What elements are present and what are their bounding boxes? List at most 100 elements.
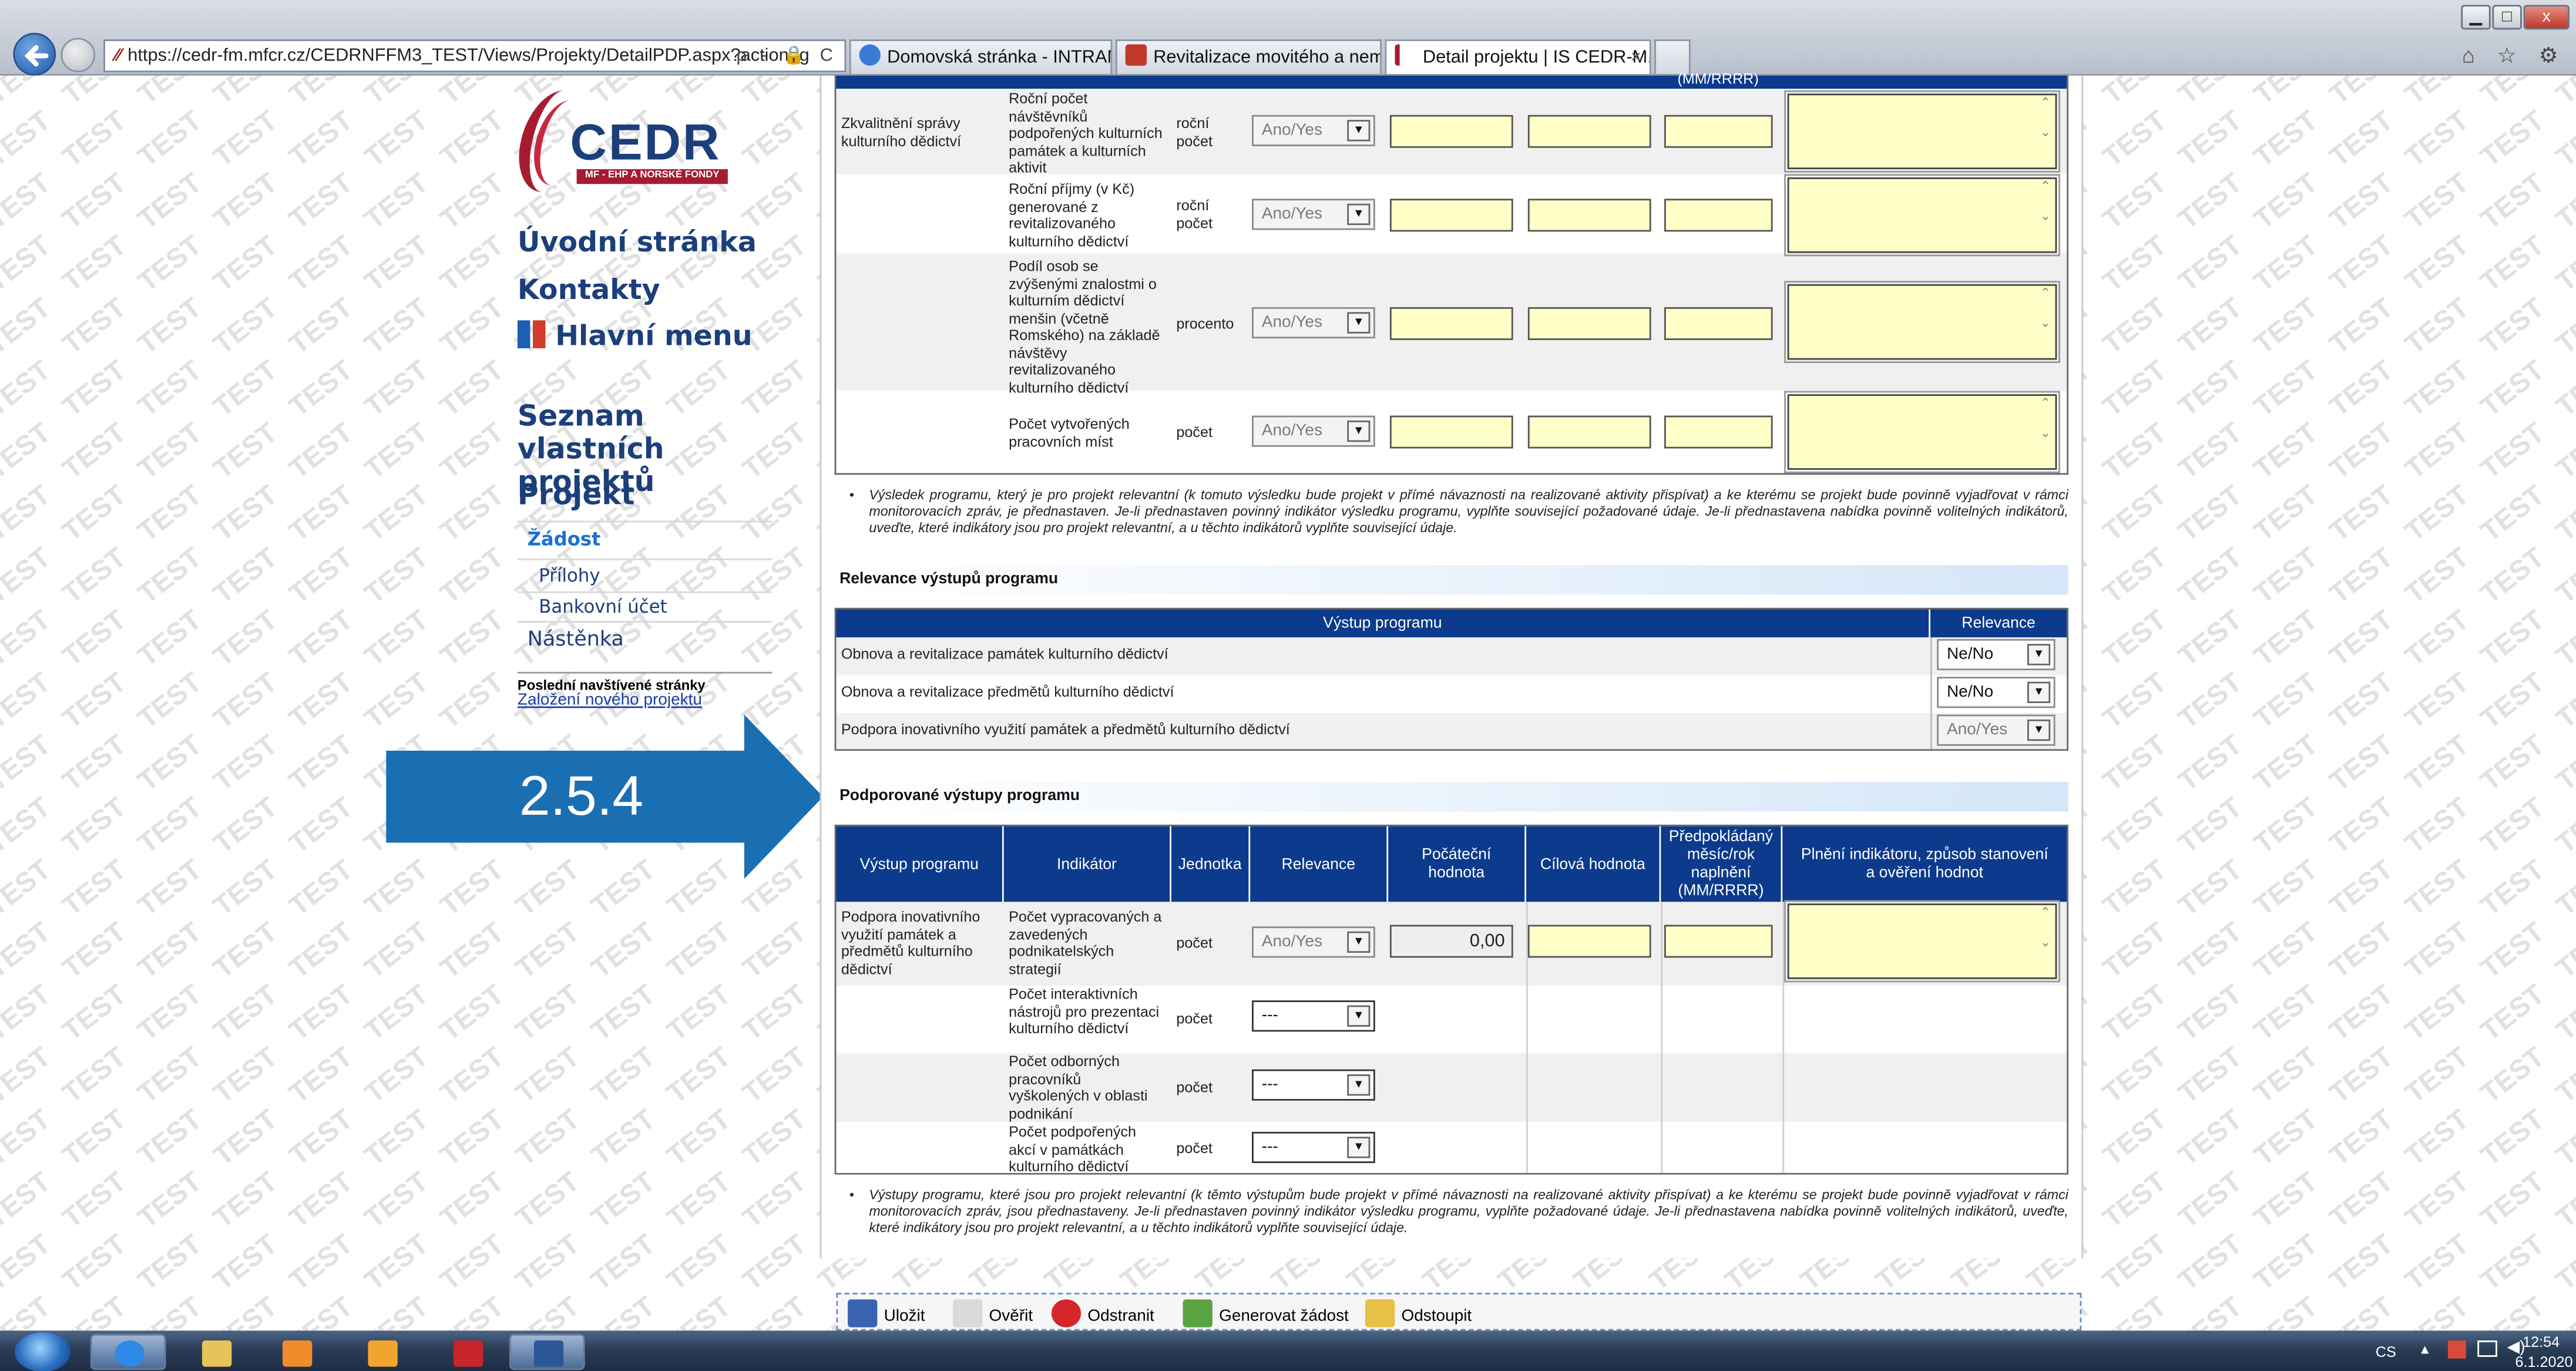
network-icon[interactable]	[2477, 1340, 2497, 1357]
cedr-logo[interactable]: CEDR MF - EHP A NORSKÉ FONDY	[510, 90, 735, 193]
month-year-input[interactable]	[1664, 115, 1773, 148]
taskbar-acrobat[interactable]	[429, 1334, 505, 1370]
tab-intranet[interactable]: Domovská stránka - INTRANE...	[849, 39, 1113, 74]
column-header: Výstup programu	[836, 826, 1004, 902]
verify-button[interactable]: Ověřit	[953, 1299, 1033, 1329]
nav-bank-account[interactable]: Bankovní účet	[539, 596, 667, 617]
target-value-input[interactable]	[1527, 925, 1651, 958]
watermark-text: TEST	[2550, 479, 2576, 548]
relevance-select[interactable]: --- ▼	[1252, 1131, 1375, 1163]
start-button[interactable]	[15, 1332, 71, 1371]
watermark-text: TEST	[2323, 1228, 2400, 1297]
toolbar-icons[interactable]: ⌂ ☆ ⚙	[2462, 43, 2566, 69]
address-controls[interactable]: ρ - 🔒 C	[737, 41, 838, 70]
close-tab-icon[interactable]: ×	[1631, 41, 1641, 74]
relevance-select[interactable]: Ano/Yes ▼	[1252, 307, 1375, 339]
target-value-input[interactable]	[1527, 415, 1651, 449]
scrollbar[interactable]: ⌃ ⌄	[2036, 905, 2056, 977]
recent-page-link[interactable]: Založení nového projektu	[518, 691, 702, 710]
scrollbar[interactable]: ⌃ ⌄	[2036, 286, 2056, 358]
back-button[interactable]	[13, 32, 56, 76]
column-header: Relevance	[1250, 826, 1389, 902]
relevance-select[interactable]: Ano/Yes ▼	[1252, 115, 1375, 146]
relevance-select[interactable]: Ne/No ▼	[1937, 677, 2056, 708]
taskbar-ie[interactable]	[90, 1333, 166, 1370]
watermark-text: TEST	[56, 1165, 132, 1235]
watermark-text: TEST	[661, 1165, 737, 1235]
nav-main-menu[interactable]: Hlavní menu	[517, 320, 753, 353]
remove-button[interactable]: Odstranit	[1051, 1299, 1154, 1329]
watermark-text: TEST	[2172, 292, 2248, 361]
tray-expand-icon[interactable]: ▲	[2419, 1342, 2431, 1357]
taskbar-media[interactable]	[258, 1334, 334, 1370]
fulfillment-textarea[interactable]: ⌃ ⌄	[1784, 900, 2060, 983]
relevance-select[interactable]: Ano/Yes ▼	[1252, 415, 1375, 447]
close-window-button[interactable]: x	[2523, 5, 2570, 30]
header-fragment: (MM/RRRR)	[1677, 70, 1759, 88]
folder-icon	[1365, 1299, 1395, 1328]
fulfillment-textarea[interactable]: ⌃ ⌄	[1784, 90, 2060, 173]
tab-revitalizace[interactable]: Revitalizace movitého a nemo...	[1115, 39, 1382, 74]
target-value-input[interactable]	[1527, 307, 1651, 340]
watermark-text: TEST	[2474, 292, 2551, 361]
target-value-input[interactable]	[1527, 115, 1651, 148]
withdraw-button[interactable]: Odstoupit	[1365, 1299, 1472, 1329]
watermark-text: TEST	[207, 416, 284, 486]
nav-contacts[interactable]: Kontakty	[518, 274, 660, 307]
language-indicator[interactable]: CS	[2376, 1344, 2396, 1360]
address-bar[interactable]: ⁄⁄ https://cedr-fm.mfcr.cz/CEDRNFFM3_TEST…	[103, 39, 847, 73]
taskbar-outlook[interactable]	[343, 1334, 419, 1370]
forward-button[interactable]	[61, 38, 96, 73]
scrollbar[interactable]: ⌃ ⌄	[2036, 179, 2056, 251]
nav-home[interactable]: Úvodní stránka	[518, 227, 757, 260]
taskbar-word[interactable]	[509, 1333, 585, 1370]
generate-button[interactable]: Generovat žádost	[1183, 1299, 1349, 1329]
month-year-input[interactable]	[1664, 199, 1773, 232]
relevance-select[interactable]: Ne/No ▼	[1937, 639, 2056, 671]
relevance-select[interactable]: Ano/Yes ▼	[1252, 926, 1375, 958]
month-year-input[interactable]	[1664, 925, 1773, 958]
watermark-text: TEST	[2474, 416, 2551, 486]
new-tab-button[interactable]	[1654, 39, 1691, 74]
save-button[interactable]: Uložit	[848, 1299, 925, 1329]
nav-board[interactable]: Nástěnka	[528, 626, 624, 651]
divider	[517, 520, 773, 523]
nav-application[interactable]: Žádost	[528, 527, 601, 550]
scrollbar[interactable]: ⌃ ⌄	[2036, 396, 2056, 468]
clock-time[interactable]: 12:54	[2523, 1334, 2560, 1350]
month-year-input[interactable]	[1664, 307, 1773, 340]
relevance-select[interactable]: --- ▼	[1252, 1069, 1375, 1101]
clock-date[interactable]: 6.1.2020	[2515, 1353, 2572, 1370]
start-value-input[interactable]	[1389, 415, 1513, 449]
start-value-input[interactable]: 0,00	[1389, 925, 1513, 958]
watermark-text: TEST	[661, 1103, 737, 1172]
month-year-input[interactable]	[1664, 415, 1773, 449]
relevance-select[interactable]: Ano/Yes ▼	[1252, 199, 1375, 230]
target-value-input[interactable]	[1527, 199, 1651, 232]
tab-detail-projektu[interactable]: Detail projektu | IS CEDR-M... ×	[1385, 39, 1651, 74]
back-arrow-icon	[24, 45, 49, 67]
start-value-input[interactable]	[1389, 115, 1513, 148]
fulfillment-textarea[interactable]: ⌃ ⌄	[1784, 281, 2060, 364]
watermark-text: TEST	[2323, 229, 2400, 298]
nav-project[interactable]: Projekt	[518, 480, 635, 513]
minimize-button[interactable]: ▁	[2461, 5, 2491, 30]
watermark-text: TEST	[2248, 542, 2324, 610]
watermark-text: TEST	[2248, 791, 2324, 860]
nav-attachments[interactable]: Přílohy	[539, 565, 600, 586]
taskbar-explorer[interactable]	[177, 1334, 253, 1370]
scrollbar[interactable]: ⌃ ⌄	[2036, 95, 2056, 167]
relevance-select[interactable]: Ano/Yes ▼	[1937, 714, 2056, 746]
relevance-select[interactable]: --- ▼	[1252, 1000, 1375, 1032]
watermark-text: TEST	[358, 916, 435, 985]
address-url[interactable]: https://cedr-fm.mfcr.cz/CEDRNFFM3_TEST/V…	[127, 46, 810, 66]
maximize-button[interactable]: □	[2492, 5, 2522, 30]
start-value-input[interactable]	[1389, 307, 1513, 340]
fulfillment-textarea[interactable]: ⌃ ⌄	[1784, 391, 2060, 473]
watermark-text: TEST	[2323, 979, 2400, 1047]
action-center-flag-icon[interactable]	[2447, 1340, 2466, 1359]
fulfillment-textarea[interactable]: ⌃ ⌄	[1784, 174, 2060, 257]
start-value-input[interactable]	[1389, 199, 1513, 232]
watermark-text: TEST	[2323, 416, 2400, 486]
chevron-down-icon: ▼	[1347, 1137, 1371, 1158]
